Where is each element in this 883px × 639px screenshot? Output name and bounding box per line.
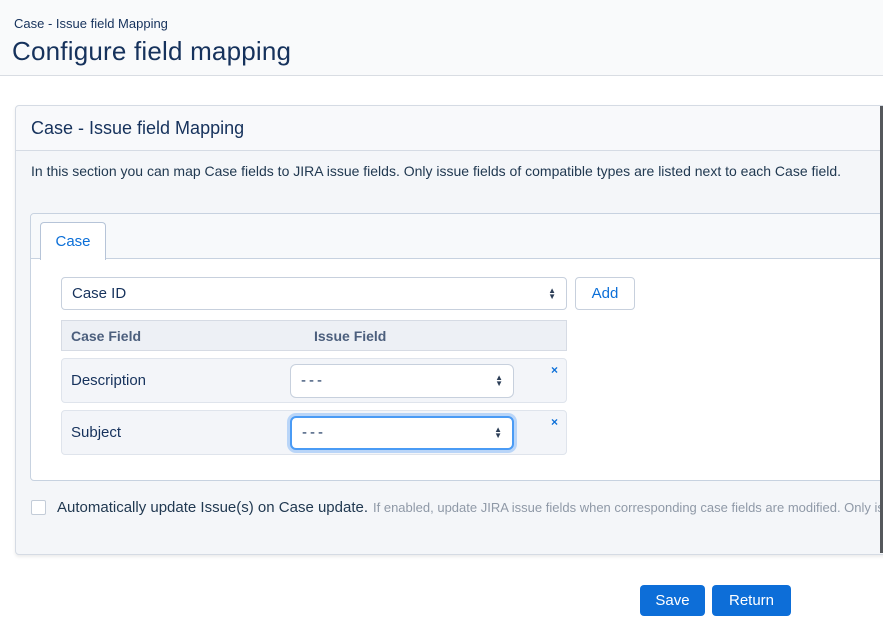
tab-case[interactable]: Case <box>40 222 106 260</box>
column-header-case-field: Case Field <box>62 328 290 344</box>
remove-row-icon[interactable]: × <box>551 364 558 376</box>
issue-field-select[interactable]: --- ▲▼ <box>290 364 514 398</box>
mapping-table-header: Case Field Issue Field <box>61 320 567 351</box>
page-title: Configure field mapping <box>12 36 291 67</box>
auto-update-checkbox[interactable] <box>31 500 46 515</box>
row-case-field-label: Subject <box>62 424 290 441</box>
save-button[interactable]: Save <box>640 585 705 616</box>
auto-update-label: Automatically update Issue(s) on Case up… <box>57 499 368 516</box>
auto-update-row: Automatically update Issue(s) on Case up… <box>31 496 883 518</box>
issue-field-select-value: --- <box>301 372 489 389</box>
column-header-issue-field: Issue Field <box>290 328 386 344</box>
tab-strip <box>31 214 883 259</box>
select-stepper-icon: ▲▼ <box>495 375 503 387</box>
field-mapping-card: Case - Issue field Mapping In this secti… <box>15 105 883 555</box>
add-button[interactable]: Add <box>575 277 635 310</box>
page-header: Case - Issue field Mapping Configure fie… <box>0 0 883 76</box>
page: Case - Issue field Mapping Configure fie… <box>0 0 883 639</box>
return-button-label: Return <box>729 592 774 609</box>
case-field-select-value: Case ID <box>72 285 542 302</box>
save-button-label: Save <box>655 592 689 609</box>
card-title: Case - Issue field Mapping <box>31 118 244 139</box>
card-header: Case - Issue field Mapping <box>16 106 883 151</box>
auto-update-hint: If enabled, update JIRA issue fields whe… <box>373 500 883 515</box>
row-case-field-label: Description <box>62 372 290 389</box>
issue-field-select-focused[interactable]: --- ▲▼ <box>290 416 514 450</box>
table-row: Description --- ▲▼ × <box>61 358 567 403</box>
add-button-label: Add <box>592 285 619 302</box>
tab-case-label: Case <box>55 233 90 250</box>
select-stepper-icon: ▲▼ <box>548 288 556 300</box>
mapping-tab-panel: Case Case ID ▲▼ Add Case Field Issue Fie… <box>30 213 883 481</box>
breadcrumb: Case - Issue field Mapping <box>14 16 168 31</box>
remove-row-icon[interactable]: × <box>551 416 558 428</box>
case-field-select[interactable]: Case ID ▲▼ <box>61 277 567 310</box>
issue-field-select-value: --- <box>302 424 488 441</box>
section-description: In this section you can map Case fields … <box>31 163 883 179</box>
select-stepper-icon: ▲▼ <box>494 427 502 439</box>
return-button[interactable]: Return <box>712 585 791 616</box>
table-row: Subject --- ▲▼ × <box>61 410 567 455</box>
